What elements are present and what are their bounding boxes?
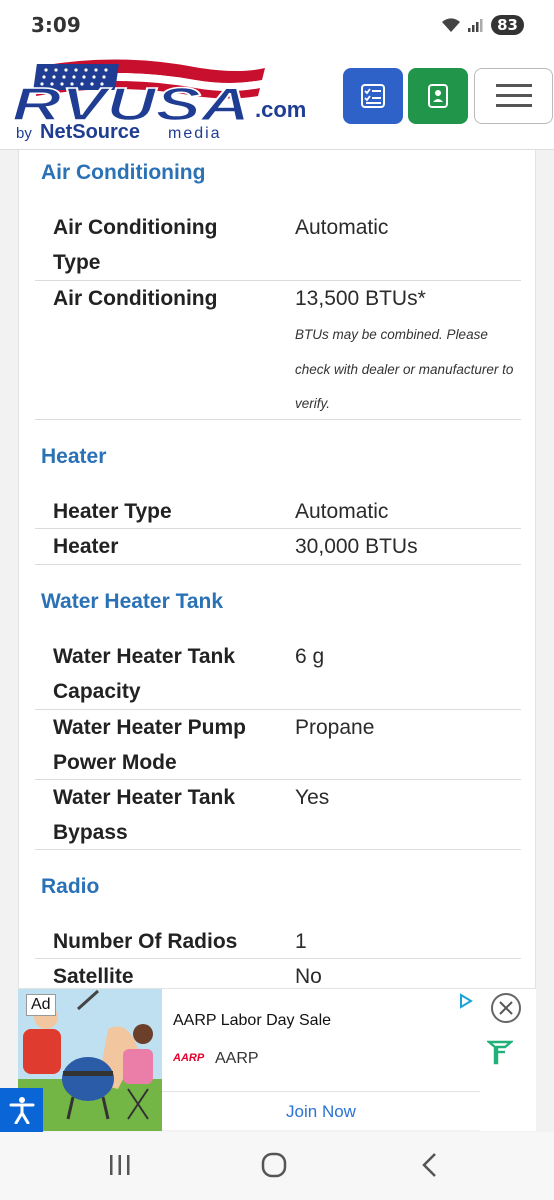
spec-row: Number Of Radios 1 <box>35 924 521 959</box>
status-time: 3:09 <box>31 13 81 37</box>
logo-media-text: media <box>168 125 222 142</box>
status-bar: 3:09 83 <box>0 0 554 50</box>
spec-row: Air Conditioning 13,500 BTUs* BTUs may b… <box>35 281 521 420</box>
section-title-radio: Radio <box>41 875 100 898</box>
spec-label: Air Conditioning Type <box>53 216 218 274</box>
ad-close-button[interactable] <box>491 993 521 1023</box>
ad-brand: AARP <box>215 1050 259 1067</box>
btu-disclaimer: BTUs may be combined. Please check with … <box>295 327 514 411</box>
ad-label: Ad <box>26 994 56 1016</box>
wifi-icon <box>442 18 461 32</box>
spec-value: 13,500 BTUs* <box>295 287 426 310</box>
aarp-logo: AARP <box>173 1052 205 1064</box>
section-title-heater: Heater <box>41 445 107 468</box>
saved-list-button[interactable] <box>343 68 403 124</box>
recent-apps-icon[interactable] <box>107 1152 133 1178</box>
spec-row: Water Heater Tank Capacity 6 g <box>35 639 521 710</box>
spec-value: 30,000 BTUs <box>295 535 418 558</box>
spec-row: Satellite No <box>35 959 521 990</box>
status-icons: 83 <box>441 13 524 37</box>
spec-value: 1 <box>295 930 307 953</box>
ad-title[interactable]: AARP Labor Day Sale <box>173 1012 331 1030</box>
spec-value: Propane <box>295 716 375 739</box>
signal-icon <box>468 19 483 32</box>
funnel-icon[interactable] <box>487 1039 513 1065</box>
spec-label: Air Conditioning <box>53 287 218 310</box>
spec-label: Water Heater Pump Power Mode <box>53 716 246 774</box>
checklist-icon <box>361 84 385 108</box>
rvusa-logo[interactable]: RVUSA .com by NetSource media <box>10 56 330 142</box>
spec-value: Automatic <box>295 500 389 523</box>
spec-row: Water Heater Pump Power Mode Propane <box>35 710 521 780</box>
battery-indicator: 83 <box>491 15 524 35</box>
spec-label: Satellite <box>53 965 134 988</box>
join-now-button[interactable]: Join Now <box>162 1091 480 1131</box>
back-icon[interactable] <box>418 1152 444 1178</box>
ad-banner[interactable]: Ad AARP Labor Day Sale AARP AARP Join No… <box>18 988 536 1131</box>
contact-card-icon <box>428 84 448 108</box>
section-title-air-conditioning: Air Conditioning <box>41 161 206 184</box>
spec-row: Water Heater Tank Bypass Yes <box>35 780 521 850</box>
specs-content: Air Conditioning Air Conditioning Type A… <box>18 150 536 990</box>
system-nav-bar <box>0 1132 554 1200</box>
spec-value: 6 g <box>295 645 325 668</box>
close-icon <box>499 1001 513 1015</box>
spec-row: Air Conditioning Type Automatic <box>35 210 521 281</box>
spec-value: Automatic <box>295 216 389 239</box>
logo-netsource-text: NetSource <box>40 121 140 142</box>
site-header: RVUSA .com by NetSource media <box>0 50 554 150</box>
home-icon[interactable] <box>261 1152 287 1178</box>
logo-suffix-text: .com <box>255 97 306 122</box>
section-title-water-heater-tank: Water Heater Tank <box>41 590 224 613</box>
spec-value: Yes <box>295 786 330 809</box>
spec-row: Heater 30,000 BTUs <box>35 529 521 565</box>
spec-value: No <box>295 965 322 988</box>
spec-label: Water Heater Tank Bypass <box>53 786 236 844</box>
spec-row: Heater Type Automatic <box>35 494 521 529</box>
spec-label: Number Of Radios <box>53 930 238 953</box>
contact-button[interactable] <box>408 68 468 124</box>
hamburger-menu-icon <box>495 84 532 107</box>
menu-button[interactable] <box>474 68 553 124</box>
spec-label: Heater <box>53 535 119 558</box>
spec-label: Heater Type <box>53 500 172 523</box>
accessibility-button[interactable] <box>0 1088 43 1132</box>
accessibility-icon <box>9 1097 34 1124</box>
spec-label: Water Heater Tank Capacity <box>53 645 236 703</box>
logo-by-text: by <box>16 125 32 142</box>
adchoices-icon[interactable] <box>458 993 474 1009</box>
